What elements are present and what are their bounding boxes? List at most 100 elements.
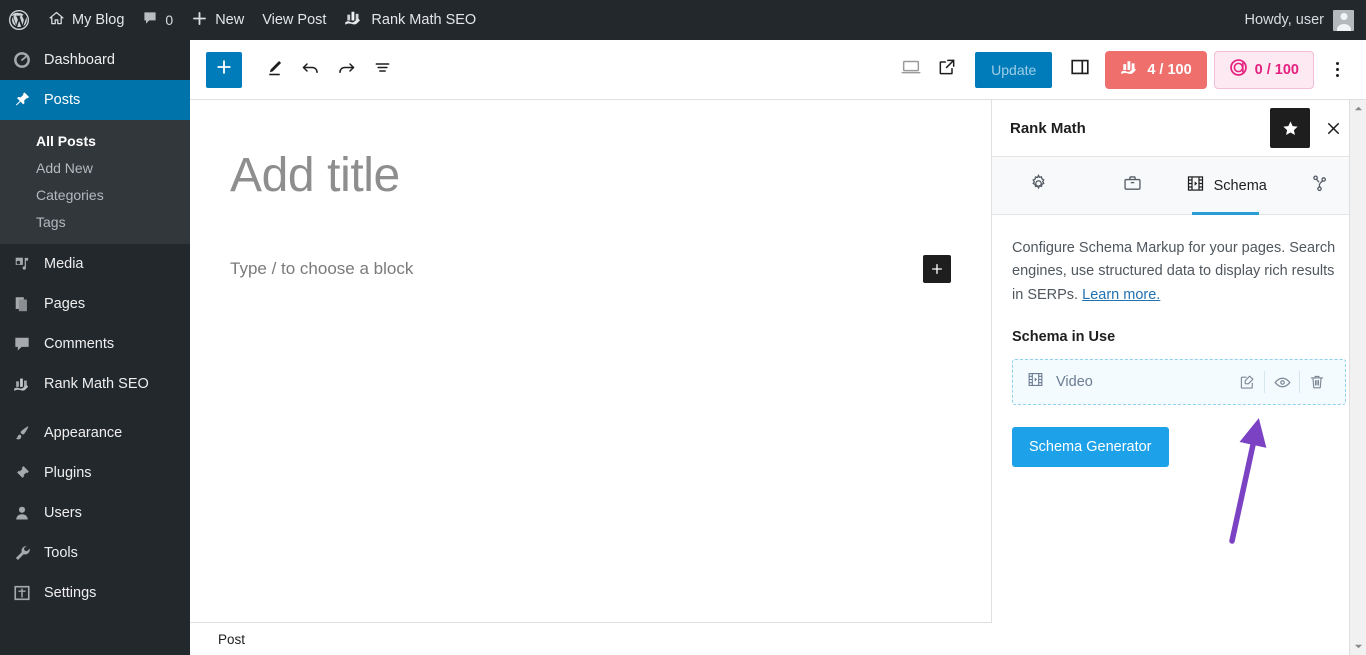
sidebar-item-label: Comments	[44, 336, 115, 352]
tab-general[interactable]	[992, 157, 1086, 214]
sidebar-item-label: Posts	[44, 92, 81, 108]
learn-more-link[interactable]: Learn more.	[1082, 287, 1160, 303]
sidebar-item-all-posts[interactable]: All Posts	[0, 127, 190, 154]
sidebar-item-categories[interactable]: Categories	[0, 181, 190, 208]
sidebar-item-dashboard[interactable]: Dashboard	[0, 40, 190, 80]
editor-header-toolbar: Update 4 / 100 0 / 100	[190, 40, 1366, 100]
block-inserter-button[interactable]	[923, 255, 951, 284]
sidebar-item-label: Media	[44, 256, 84, 272]
share-nodes-icon	[1309, 173, 1330, 198]
sidebar-item-media[interactable]: Media	[0, 244, 190, 284]
post-canvas[interactable]: Add title Type / to choose a block Post	[190, 100, 992, 655]
desktop-preview-icon	[900, 56, 922, 83]
pages-icon	[12, 294, 32, 314]
content-ai-score-badge[interactable]: 0 / 100	[1213, 50, 1314, 89]
view-post-label: View Post	[262, 12, 327, 28]
seo-score-badge[interactable]: 4 / 100	[1105, 50, 1207, 89]
adminbar-site-name[interactable]: My Blog	[39, 0, 133, 40]
add-block-button[interactable]	[206, 51, 242, 88]
sidebar-item-users[interactable]: Users	[0, 493, 190, 533]
sidebar-item-label: Dashboard	[44, 52, 115, 68]
user-icon	[12, 503, 32, 523]
sidebar-item-plugins[interactable]: Plugins	[0, 453, 190, 493]
close-icon[interactable]	[1314, 109, 1352, 147]
sidebar-item-appearance[interactable]: Appearance	[0, 413, 190, 453]
comment-bubble-icon	[142, 10, 158, 30]
rank-math-logo-icon	[1120, 60, 1140, 79]
adminbar-new[interactable]: New	[182, 0, 253, 40]
rank-math-panel-header: Rank Math	[992, 100, 1366, 157]
adminbar-rank-math-seo[interactable]: Rank Math SEO	[335, 0, 485, 40]
sidebar-item-pages[interactable]: Pages	[0, 284, 190, 324]
comments-count: 0	[165, 12, 174, 28]
kebab-dot	[1335, 74, 1339, 77]
sidebar-item-label: Tools	[44, 545, 78, 561]
external-link-icon	[937, 57, 957, 82]
adminbar-wp-logo[interactable]	[0, 0, 39, 40]
editor-status-bar: Post	[190, 622, 992, 655]
pencil-edit-icon	[264, 57, 285, 83]
rank-math-logo-icon	[12, 374, 32, 394]
eye-icon[interactable]	[1265, 367, 1299, 397]
adminbar-view-post[interactable]: View Post	[253, 0, 335, 40]
rank-math-tabs: Schema	[992, 157, 1366, 215]
preview-button[interactable]	[893, 52, 929, 88]
sidebar-item-add-new[interactable]: Add New	[0, 154, 190, 181]
paintbrush-icon	[12, 423, 32, 443]
submenu-label: Add New	[36, 159, 93, 176]
rank-math-logo-icon	[344, 10, 364, 30]
tab-advanced[interactable]	[1086, 157, 1180, 214]
adminbar-account[interactable]: Howdy, user	[1244, 9, 1366, 31]
sidebar-item-tags[interactable]: Tags	[0, 208, 190, 235]
adminbar-comments[interactable]: 0	[133, 0, 182, 40]
schema-description: Configure Schema Markup for your pages. …	[1012, 237, 1346, 307]
howdy-label: Howdy, user	[1244, 12, 1324, 28]
block-placeholder-text[interactable]: Type / to choose a block	[230, 259, 413, 279]
sidebar-item-settings[interactable]: Settings	[0, 573, 190, 613]
sidebar-item-posts[interactable]: Posts	[0, 80, 190, 120]
film-strip-icon	[1026, 370, 1045, 394]
pin-icon	[12, 90, 32, 110]
sidebar-item-label: Plugins	[44, 465, 92, 481]
star-icon[interactable]	[1270, 108, 1310, 148]
wordpress-block-editor-screen: My Blog 0 New View Post Rank Math SEO Ho…	[0, 0, 1366, 655]
sidebar-item-tools[interactable]: Tools	[0, 533, 190, 573]
pencil-square-icon[interactable]	[1230, 367, 1264, 397]
update-button[interactable]: Update	[975, 51, 1053, 88]
panel-title: Rank Math	[1010, 119, 1086, 137]
schema-tab-content: Configure Schema Markup for your pages. …	[992, 215, 1366, 468]
schema-generator-button[interactable]: Schema Generator	[1012, 427, 1169, 468]
schema-in-use-heading: Schema in Use	[1012, 329, 1116, 346]
panel-scrollbar[interactable]	[1349, 100, 1366, 655]
tools-edit-button[interactable]	[256, 52, 292, 88]
schema-item-label: Video	[1056, 374, 1093, 391]
seo-score-value: 4 / 100	[1147, 61, 1192, 78]
submenu-label: All Posts	[36, 132, 96, 149]
post-title-input[interactable]: Add title	[230, 148, 951, 203]
schema-item-video[interactable]: Video	[1012, 359, 1346, 406]
sidebar-item-label: Settings	[44, 585, 97, 601]
trash-icon[interactable]	[1300, 367, 1334, 397]
submenu-label: Tags	[36, 213, 66, 230]
gear-icon	[1028, 173, 1049, 198]
settings-sidebar-toggle[interactable]	[1062, 52, 1098, 88]
tab-schema[interactable]: Schema	[1179, 157, 1273, 215]
scroll-down-arrow-icon[interactable]	[1350, 638, 1366, 655]
block-editor: Update 4 / 100 0 / 100 Add title Type / …	[190, 40, 1366, 655]
list-view-button[interactable]	[364, 52, 400, 88]
list-view-icon	[372, 57, 393, 83]
sidebar-item-comments[interactable]: Comments	[0, 324, 190, 364]
redo-button[interactable]	[328, 52, 364, 88]
breadcrumb[interactable]: Post	[218, 632, 245, 647]
canvas-inner: Add title Type / to choose a block	[190, 100, 991, 284]
sidebar-item-rank-math-seo[interactable]: Rank Math SEO	[0, 364, 190, 404]
sidebar-panel-icon	[1069, 56, 1091, 83]
film-strip-icon	[1185, 173, 1206, 198]
rank-math-panel: Rank Math Schema Configure Schema Markup…	[992, 100, 1366, 655]
plus-icon	[214, 57, 234, 82]
undo-button[interactable]	[292, 52, 328, 88]
scroll-up-arrow-icon[interactable]	[1350, 100, 1366, 117]
view-post-external-button[interactable]	[929, 52, 965, 88]
editor-options-button[interactable]	[1320, 52, 1354, 88]
avatar-icon	[1333, 9, 1354, 31]
